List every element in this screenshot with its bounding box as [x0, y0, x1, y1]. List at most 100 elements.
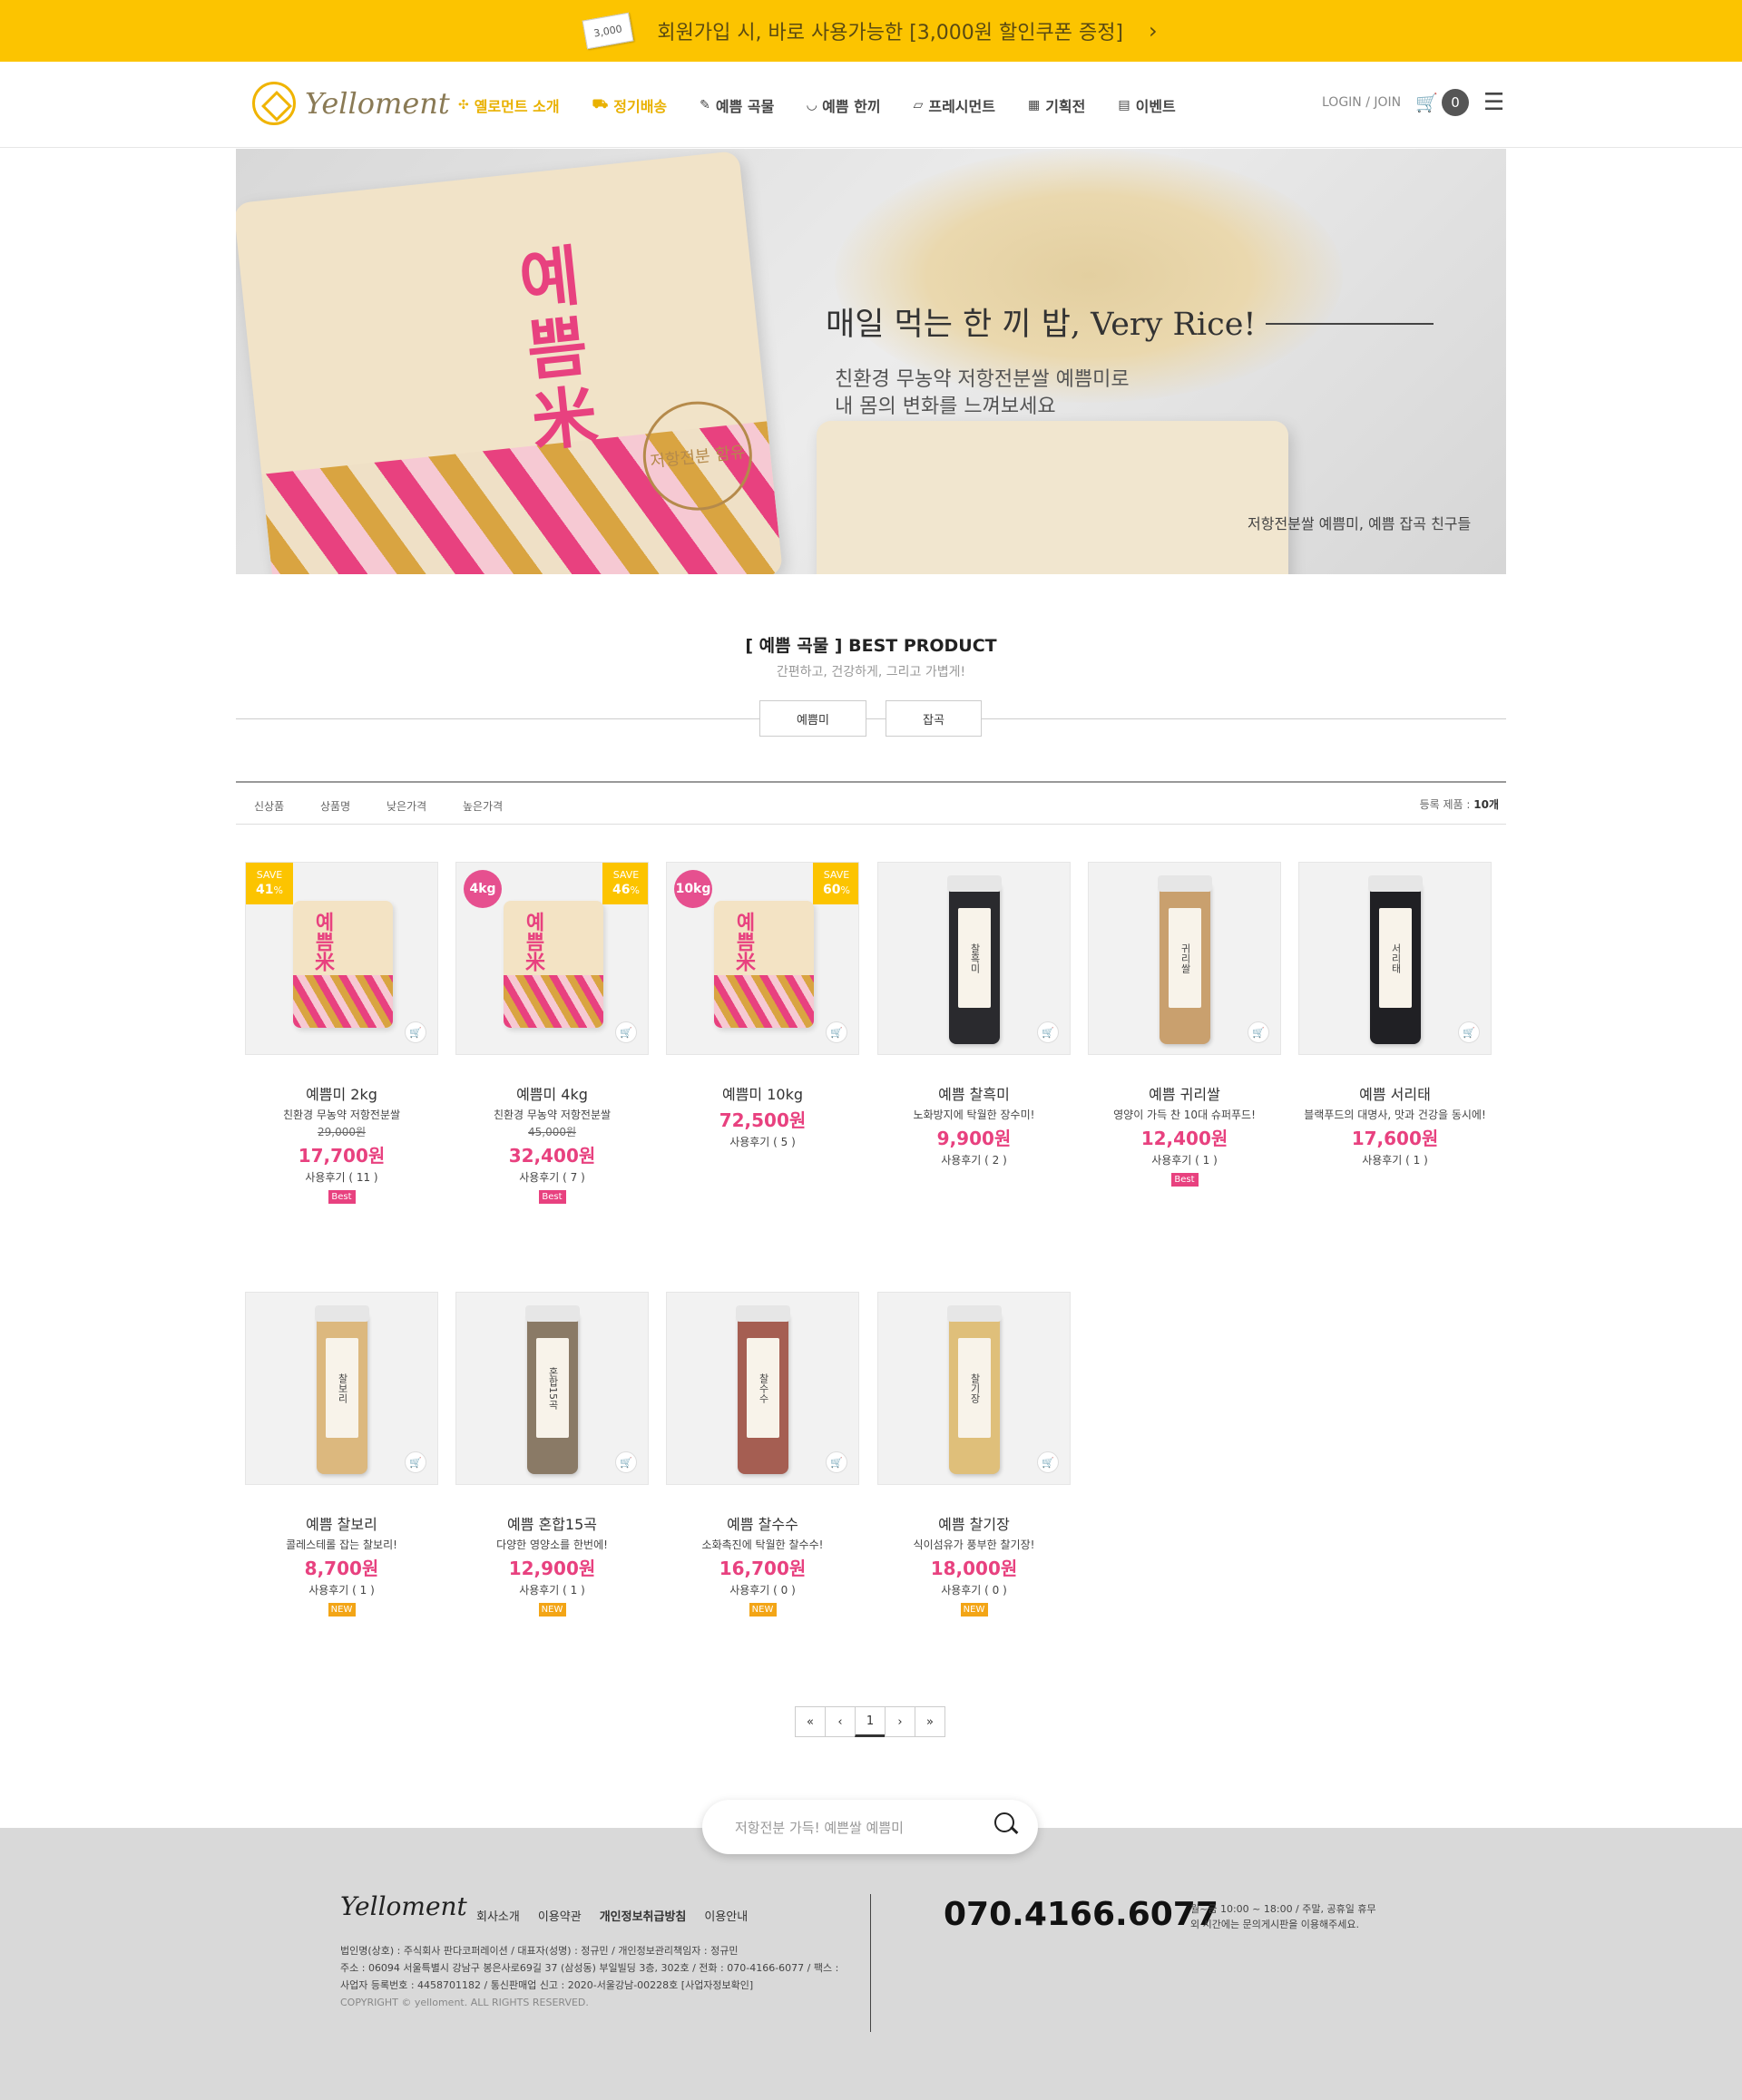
footer-link-privacy[interactable]: 개인정보취급방침 [600, 1907, 687, 1924]
product-image[interactable]: 혼합15곡 🛒 [455, 1292, 649, 1485]
footer-links: 회사소개 이용약관 개인정보취급방침 이용안내 [476, 1907, 766, 1924]
search-input[interactable]: 저항전분 가득! 예쁜쌀 예쁨미 [735, 1818, 904, 1837]
product-description: 노화방지에 탁월한 장수미! [913, 1109, 1035, 1121]
add-to-cart-icon[interactable]: 🛒 [1037, 1021, 1059, 1043]
nav-item-about[interactable]: ✣ 옐로먼트 소개 [458, 94, 560, 116]
product-card[interactable]: 찰수수 🛒 예쁨 찰수수 소화촉진에 탁월한 찰수수! 16,700원 사용후기 ( 0 … [666, 1292, 859, 1617]
nav-item-exhibition[interactable]: ▦ 기획전 [1028, 94, 1085, 116]
best-badge: Best [328, 1190, 356, 1204]
product-card[interactable]: 예쁨米 SAVE 46% 4kg 🛒 예쁨미 4kg 친환경 무농약 저항전분쌀 45,000… [455, 862, 649, 1204]
last-page-button[interactable]: » [915, 1706, 945, 1737]
product-image[interactable]: 서리태 🛒 [1298, 862, 1492, 1055]
small-bag-image [817, 421, 1288, 574]
nav-label: 예쁨 곡물 [715, 98, 775, 115]
nav-item-meal[interactable]: ◡ 예쁨 한끼 [807, 94, 880, 116]
footer-link-terms[interactable]: 이용약관 [538, 1907, 582, 1924]
tab-yeppeumi[interactable]: 예쁨미 [759, 700, 866, 737]
product-card[interactable]: 찰보리 🛒 예쁨 찰보리 콜레스테롤 잡는 찰보리! 8,700원 사용후기 ( 1 ) N… [245, 1292, 438, 1617]
product-card[interactable]: 귀리쌀 🛒 예쁨 귀리쌀 영양이 가득 찬 10대 슈퍼푸드! 12,400원 사용후기 … [1088, 862, 1281, 1187]
product-image[interactable]: 찰기장 🛒 [877, 1292, 1071, 1485]
section-title: [ 예쁨 곡물 ] BEST PRODUCT [745, 636, 997, 656]
sort-newest[interactable]: 신상품 [254, 798, 284, 814]
add-to-cart-icon[interactable]: 🛒 [615, 1451, 637, 1473]
add-to-cart-icon[interactable]: 🛒 [1458, 1021, 1480, 1043]
product-reviews: 사용후기 ( 1 ) [1362, 1154, 1428, 1167]
product-original-price: 45,000원 [527, 1126, 577, 1138]
search-bar[interactable]: 저항전분 가득! 예쁜쌀 예쁨미 [702, 1800, 1038, 1854]
product-image[interactable]: 예쁨米 SAVE 41% 🛒 [245, 862, 438, 1055]
nav-item-event[interactable]: ▤ 이벤트 [1118, 94, 1175, 116]
hero-sub-line1: 친환경 무농약 저항전분쌀 예쁨미로 [835, 368, 1130, 391]
product-image[interactable]: 찰흑미 🛒 [877, 862, 1071, 1055]
gift-icon: ▤ [1118, 98, 1130, 112]
add-to-cart-icon[interactable]: 🛒 [1037, 1451, 1059, 1473]
hero-banner[interactable]: 예쁨米 저항전분 함유 매일 먹는 한 끼 밥, Very Rice! 친환경 … [236, 149, 1506, 574]
hero-subtitle: 친환경 무농약 저항전분쌀 예쁨미로 내 몸의 변화를 느껴보세요 [835, 366, 1130, 421]
top-promo-bar[interactable]: 3,000 회원가입 시, 바로 사용가능한 [3,000원 할인쿠폰 증정] … [0, 0, 1742, 62]
product-name: 예쁨 귀리쌀 [1149, 1086, 1220, 1103]
jar-cap [1368, 875, 1423, 892]
sort-high-price[interactable]: 높은가격 [463, 798, 503, 814]
save-percent: 46 [612, 883, 631, 897]
nav-item-grains[interactable]: ✎ 예쁨 곡물 [700, 94, 774, 116]
product-description: 콜레스테롤 잡는 찰보리! [286, 1538, 397, 1551]
bag-pattern [504, 975, 603, 1028]
add-to-cart-icon[interactable]: 🛒 [405, 1451, 426, 1473]
box-icon: ▱ [913, 98, 924, 112]
nav-item-freshment[interactable]: ▱ 프레시먼트 [914, 94, 995, 116]
chevron-right-icon[interactable]: › [1149, 18, 1158, 44]
first-page-button[interactable]: « [795, 1706, 826, 1737]
product-card[interactable]: 예쁨米 SAVE 60% 10kg 🛒 예쁨미 10kg 72,500원 사용후기 ( 5 ) [666, 862, 859, 1149]
product-image[interactable]: 찰수수 🛒 [666, 1292, 859, 1485]
sort-name[interactable]: 상품명 [320, 798, 350, 814]
add-to-cart-icon[interactable]: 🛒 [1248, 1021, 1269, 1043]
prev-page-button[interactable]: ‹ [825, 1706, 856, 1737]
next-page-button[interactable]: › [885, 1706, 915, 1737]
hamburger-menu-icon[interactable]: ☰ [1483, 89, 1504, 116]
grain-jar-image: 서리태 [1368, 875, 1423, 1044]
bag-brand-text: 예쁨米 [311, 912, 334, 972]
product-card[interactable]: 예쁨米 SAVE 41% 🛒 예쁨미 2kg 친환경 무농약 저항전분쌀 29,000원 17… [245, 862, 438, 1204]
footer-link-company[interactable]: 회사소개 [476, 1907, 520, 1924]
page-1-button[interactable]: 1 [855, 1706, 886, 1737]
rice-bag-image: 예쁨米 [504, 901, 603, 1028]
count-value: 10개 [1473, 798, 1499, 811]
product-image[interactable]: 예쁨米 SAVE 60% 10kg 🛒 [666, 862, 859, 1055]
product-description: 친환경 무농약 저항전분쌀 [493, 1109, 612, 1121]
nav-item-subscription[interactable]: ⛟ 정기배송 [592, 94, 668, 116]
save-badge: SAVE 41% [246, 863, 293, 904]
product-card[interactable]: 찰흑미 🛒 예쁨 찰흑미 노화방지에 탁월한 장수미! 9,900원 사용후기 ( 2 ) [877, 862, 1071, 1167]
product-reviews: 사용후기 ( 1 ) [519, 1584, 585, 1597]
add-to-cart-icon[interactable]: 🛒 [405, 1021, 426, 1043]
footer-link-guide[interactable]: 이용안내 [704, 1907, 748, 1924]
nav-label: 프레시먼트 [928, 98, 995, 115]
new-badge: NEW [749, 1603, 777, 1617]
rice-pile-image [835, 149, 1343, 403]
sort-low-price[interactable]: 낮은가격 [387, 798, 426, 814]
login-join-link[interactable]: LOGIN / JOIN [1322, 95, 1401, 110]
add-to-cart-icon[interactable]: 🛒 [826, 1451, 847, 1473]
add-to-cart-icon[interactable]: 🛒 [826, 1021, 847, 1043]
cart-icon[interactable]: 🛒 [1415, 92, 1438, 113]
product-name: 예쁨 찰보리 [306, 1516, 377, 1533]
product-image[interactable]: 귀리쌀 🛒 [1088, 862, 1281, 1055]
calendar-icon: ▦ [1027, 98, 1041, 112]
product-original-price: 29,000원 [317, 1126, 367, 1138]
search-icon[interactable] [993, 1811, 1020, 1838]
weight-badge: 4kg [464, 870, 502, 908]
add-to-cart-icon[interactable]: 🛒 [615, 1021, 637, 1043]
cart-count-badge[interactable]: 0 [1442, 89, 1470, 116]
product-card[interactable]: 찰기장 🛒 예쁨 찰기장 식이섬유가 풍부한 찰기장! 18,000원 사용후기 ( 0 … [877, 1292, 1071, 1617]
weight-badge: 10kg [674, 870, 712, 908]
logo[interactable]: Yelloment [252, 82, 450, 125]
product-name: 예쁨 찰수수 [727, 1516, 798, 1533]
product-card[interactable]: 서리태 🛒 예쁨 서리태 블랙푸드의 대명사, 맛과 건강을 동시에! 17,600원 사… [1298, 862, 1492, 1167]
product-image[interactable]: 예쁨米 SAVE 46% 4kg 🛒 [455, 862, 649, 1055]
bag-pattern [714, 975, 814, 1028]
footer-logo[interactable]: Yelloment [340, 1891, 467, 1921]
tab-japgok[interactable]: 잡곡 [886, 700, 982, 737]
pagination: « ‹ 1 › » [795, 1706, 945, 1737]
product-card[interactable]: 혼합15곡 🛒 예쁨 혼합15곡 다양한 영양소를 한번에! 12,900원 사용후기 (… [455, 1292, 649, 1617]
product-image[interactable]: 찰보리 🛒 [245, 1292, 438, 1485]
product-description: 블랙푸드의 대명사, 맛과 건강을 동시에! [1304, 1109, 1486, 1121]
